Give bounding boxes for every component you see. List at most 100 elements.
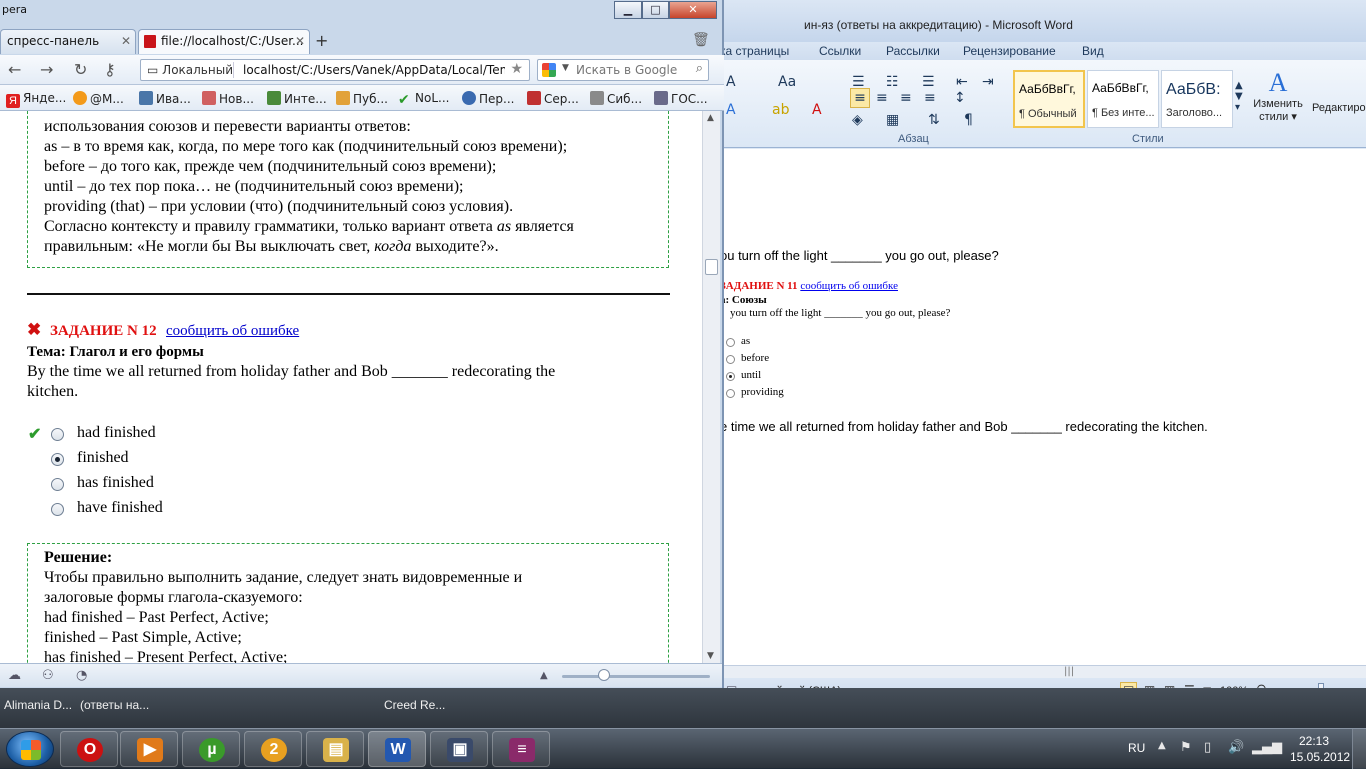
turbo-icon[interactable]: ◔ [76,668,87,683]
start-button[interactable] [6,731,54,767]
text-effects-icon[interactable]: A [726,102,736,118]
action-center-flag-icon[interactable]: ⚑ [1180,740,1192,755]
radio-button[interactable] [51,478,64,491]
bookmark-pub[interactable]: Пуб... [336,91,388,106]
close-button[interactable]: ✕ [669,1,717,19]
taskbar-app-word[interactable]: W [368,731,426,767]
highlight-icon[interactable]: ab [772,102,789,118]
scroll-down-icon[interactable]: ▼ [707,651,714,661]
line-spacing-icon[interactable]: ↕ [954,90,966,106]
address-security-badge[interactable]: ▭ Локальный [147,63,233,77]
taskbar-app-archive[interactable]: ≡ [492,731,550,767]
tab-local-file[interactable]: file://localhost/C:/User... ✕ [138,29,310,54]
window-item[interactable]: Creed Re... [384,698,445,712]
tab-speed-dial[interactable]: спресс-панель ✕ [0,29,136,54]
back-button[interactable]: ← [8,60,21,79]
search-engine-dropdown-icon[interactable]: ▼ [562,63,569,73]
doc-report-link[interactable]: сообщить об ошибке [800,280,898,292]
reload-button[interactable]: ↻ [74,60,87,79]
editing-button[interactable]: Редактиро [1312,102,1366,114]
report-error-link[interactable]: сообщить об ошибке [166,323,299,340]
bookmark-vk[interactable]: Ива... [139,91,191,106]
window-item[interactable]: Alimania D... [4,698,72,712]
align-right-icon[interactable]: ≡ [900,90,912,106]
font-color-icon[interactable]: A [812,102,822,118]
page-vertical-scrollbar[interactable]: ▲ ▼ [702,111,720,663]
justify-icon[interactable]: ≡ [924,90,936,106]
maximize-button[interactable]: □ [642,1,669,19]
tab-review[interactable]: Рецензирование [963,44,1056,58]
bookmark-mail[interactable]: @М... [73,91,124,106]
address-url[interactable]: localhost/C:/Users/Vanek/AppData/Local/T… [243,63,505,77]
sort-icon[interactable]: ⇅ [928,112,940,128]
device-icon[interactable]: ▯ [1204,740,1211,755]
word-document[interactable]: ou turn off the light _______ you go out… [720,149,1366,665]
radio-button-selected[interactable] [51,453,64,466]
taskbar-app-explorer[interactable]: ▤ [306,731,364,767]
multilevel-list-icon[interactable]: ☰ [922,74,935,90]
zoom-menu-icon[interactable]: ▲ [540,670,548,681]
minimize-button[interactable]: ▁ [614,1,642,19]
page-zoom-slider-track[interactable] [562,675,710,678]
taskbar-app-utorrent[interactable]: µ [182,731,240,767]
radio-button[interactable] [51,428,64,441]
style-heading[interactable]: АаБбВ: Заголово... [1161,70,1233,128]
tab-mailings[interactable]: Рассылки [886,44,940,58]
bookmark-yandex[interactable]: Я Янде... [6,91,66,108]
styles-scroll-icon[interactable]: ▲ ▼ ▾ [1235,80,1243,113]
google-icon[interactable] [542,63,556,77]
bookmark-sib[interactable]: Сиб... [590,91,642,106]
bookmark-per[interactable]: Пер... [462,91,514,106]
window-item[interactable]: (ответы на... [80,698,149,712]
page-zoom-slider-thumb[interactable] [598,669,610,681]
increase-indent-icon[interactable]: ⇥ [982,74,994,90]
taskbar-app-opera[interactable]: O [60,731,118,767]
change-styles-button[interactable]: A Изменить стили ▾ [1248,68,1308,130]
style-normal[interactable]: АаБбВвГг, ¶ Обычный [1013,70,1085,128]
network-icon[interactable]: ▂▄▆ [1252,740,1282,755]
cloud-icon[interactable]: ☁ [8,668,21,683]
new-tab-button[interactable]: + [315,31,328,50]
keyboard-language[interactable]: RU [1128,741,1145,755]
tab-close-icon[interactable]: ✕ [295,34,305,48]
unite-icon[interactable]: ⚇ [42,668,54,683]
bookmark-star-icon[interactable]: ★ [510,61,523,77]
change-case-icon[interactable]: Aa [778,74,796,90]
browser-brand[interactable]: pera [2,3,27,16]
bookmark-news[interactable]: Нов... [202,91,254,106]
radio-button[interactable] [51,503,64,516]
word-horizontal-scrollbar[interactable]: ||| [720,665,1366,678]
align-center-icon[interactable]: ≡ [876,90,888,106]
bookmark-ser[interactable]: Сер... [527,91,579,106]
scroll-up-icon[interactable]: ▲ [707,113,714,123]
bookmark-gos[interactable]: ГОС... [654,91,708,106]
numbering-icon[interactable]: ☷ [886,74,899,90]
search-box[interactable]: ▼ ⌕ [537,59,709,81]
tray-expand-icon[interactable]: ▲ [1158,740,1166,751]
tab-page-layout[interactable]: ка страницы [720,44,789,58]
decrease-indent-icon[interactable]: ⇤ [956,74,968,90]
font-grow-icon[interactable]: A [726,74,736,90]
search-input[interactable] [576,63,688,77]
trash-icon[interactable]: 🗑 [692,32,710,48]
volume-icon[interactable]: 🔊 [1228,740,1244,755]
tab-references[interactable]: Ссылки [819,44,861,58]
address-bar[interactable]: ▭ Локальный localhost/C:/Users/Vanek/App… [140,59,530,81]
forward-button[interactable]: → [40,60,53,79]
tab-close-icon[interactable]: ✕ [121,34,131,48]
search-icon[interactable]: ⌕ [696,61,703,76]
style-no-spacing[interactable]: АаБбВвГг, ¶ Без инте... [1087,70,1159,128]
align-left-icon[interactable]: ≡ [850,88,870,108]
show-desktop-button[interactable] [1352,729,1366,769]
browser-page-content[interactable]: использования союзов и перевести вариант… [0,111,702,663]
taskbar-app-paint[interactable]: 2 [244,731,302,767]
shading-icon[interactable]: ◈ [852,112,863,128]
pilcrow-icon[interactable]: ¶ [964,112,973,128]
clock-date[interactable]: 15.05.2012 [1290,750,1350,764]
bookmark-internet[interactable]: Инте... [267,91,327,106]
borders-icon[interactable]: ▦ [886,112,899,128]
bookmark-nol[interactable]: ✔ NoL... [398,91,449,107]
clock-time[interactable]: 22:13 [1299,734,1329,748]
tab-view[interactable]: Вид [1082,44,1104,58]
key-icon[interactable]: ⚷ [104,60,116,79]
